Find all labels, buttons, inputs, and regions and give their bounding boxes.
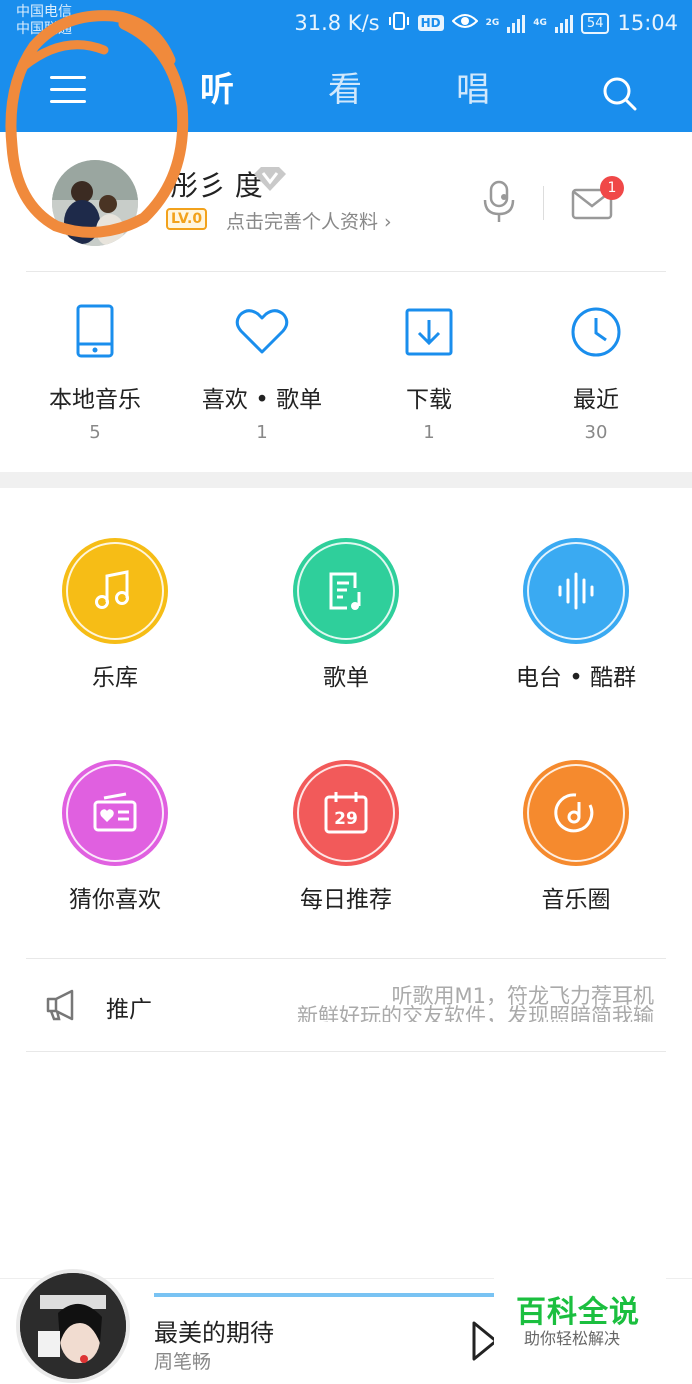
search-icon[interactable] [600, 74, 640, 114]
signal-icon-1 [507, 13, 526, 33]
carrier-2: 中国联通 [16, 21, 72, 37]
feature-music-library[interactable]: 乐库 [25, 538, 205, 692]
complete-profile-link[interactable]: 点击完善个人资料 › [226, 207, 392, 234]
signal-icon-2 [554, 13, 573, 33]
artist-name: 周笔畅 [154, 1351, 212, 1373]
feature-label: 猜你喜欢 [69, 887, 161, 913]
message-count-badge: 1 [600, 176, 624, 200]
carrier-1: 中国电信 [16, 4, 72, 20]
divider [543, 186, 544, 220]
tab-listen[interactable]: 听 [200, 66, 234, 114]
watermark-logo: 百科全说 助你轻松解决 [494, 1275, 666, 1367]
disc-note-icon [523, 760, 629, 866]
vibrate-icon [388, 10, 410, 37]
microphone-icon[interactable] [480, 180, 520, 224]
quick-item-count: 5 [89, 422, 101, 443]
carrier-info: 中国电信 中国联通 [16, 4, 72, 38]
feature-playlist[interactable]: 歌单 [256, 538, 436, 692]
avatar[interactable] [52, 160, 138, 246]
promo-label: 推广 [106, 997, 152, 1023]
download-icon [399, 300, 459, 364]
main-nav: 听 看 唱 [0, 58, 692, 122]
feature-music-circle[interactable]: 音乐圈 [486, 760, 666, 914]
network-type-2: 4G [533, 18, 547, 28]
playlist-icon [293, 538, 399, 644]
radio-heart-icon [62, 760, 168, 866]
quick-item-local-music[interactable]: 本地音乐 5 [15, 300, 175, 443]
network-speed: 31.8 K/s [294, 11, 380, 35]
quick-item-count: 1 [423, 422, 435, 443]
hd-icon: HD [417, 15, 444, 31]
feature-guess-you-like[interactable]: 猜你喜欢 [25, 760, 205, 914]
quick-item-label: 喜欢 • 歌单 [201, 387, 323, 413]
divider [26, 1051, 666, 1052]
eye-icon [451, 11, 479, 35]
level-badge: LV.0 [166, 208, 208, 230]
clock-icon [566, 300, 626, 364]
top-header: 中国电信 中国联通 31.8 K/s HD 2G 4G 54 15:04 听 看… [0, 0, 692, 132]
album-cover[interactable] [16, 1269, 130, 1383]
feature-label: 每日推荐 [300, 887, 392, 913]
status-indicators: 31.8 K/s HD 2G 4G 54 15:04 [294, 8, 678, 38]
feature-label: 音乐圈 [541, 887, 611, 913]
tab-sing[interactable]: 唱 [456, 66, 490, 114]
playback-progress-bar[interactable] [154, 1293, 494, 1297]
quick-item-count: 1 [256, 422, 268, 443]
feature-label: 乐库 [92, 665, 138, 691]
feature-daily-picks[interactable]: 29 每日推荐 [256, 760, 436, 914]
battery-icon: 54 [580, 12, 610, 34]
quick-item-label: 本地音乐 [49, 387, 141, 413]
quick-item-download[interactable]: 下载 1 [349, 300, 509, 443]
divider [26, 958, 666, 959]
megaphone-icon [44, 986, 82, 1028]
promo-ticker[interactable]: 听歌用M1，符龙飞力荐耳机 新鲜好玩的交友软件，发现照暗简我输 [230, 984, 654, 1022]
hamburger-menu-icon[interactable] [50, 74, 88, 106]
quick-item-label: 下载 [406, 387, 452, 413]
vip-diamond-icon[interactable] [252, 166, 288, 196]
mini-player[interactable]: 最美的期待 周笔畅 百科全说 助你轻松解决 [0, 1269, 692, 1384]
svg-text:29: 29 [334, 809, 358, 829]
sound-wave-icon [523, 538, 629, 644]
feature-radio-group[interactable]: 电台 • 酷群 [486, 538, 666, 692]
section-separator [0, 472, 692, 488]
tablet-icon [65, 300, 125, 364]
music-note-icon [62, 538, 168, 644]
quick-item-recent[interactable]: 最近 30 [516, 300, 676, 443]
quick-item-label: 最近 [573, 387, 619, 413]
quick-item-count: 30 [584, 422, 608, 443]
watermark-subtitle: 助你轻松解决 [524, 1329, 621, 1348]
status-bar: 中国电信 中国联通 31.8 K/s HD 2G 4G 54 15:04 [0, 0, 692, 46]
divider [26, 271, 666, 272]
feature-label: 电台 • 酷群 [515, 665, 637, 691]
heart-icon [232, 300, 292, 364]
calendar-icon: 29 [293, 760, 399, 866]
quick-item-favorites[interactable]: 喜欢 • 歌单 1 [182, 300, 342, 443]
clock-time: 15:04 [617, 11, 678, 35]
tab-watch[interactable]: 看 [328, 66, 362, 114]
feature-label: 歌单 [323, 665, 369, 691]
promo-text-2: 新鲜好玩的交友软件，发现照暗简我输 [297, 1004, 654, 1022]
network-type-1: 2G [485, 18, 500, 28]
song-title: 最美的期待 [154, 1319, 274, 1347]
user-name[interactable]: 彤彡 度 [170, 164, 263, 204]
